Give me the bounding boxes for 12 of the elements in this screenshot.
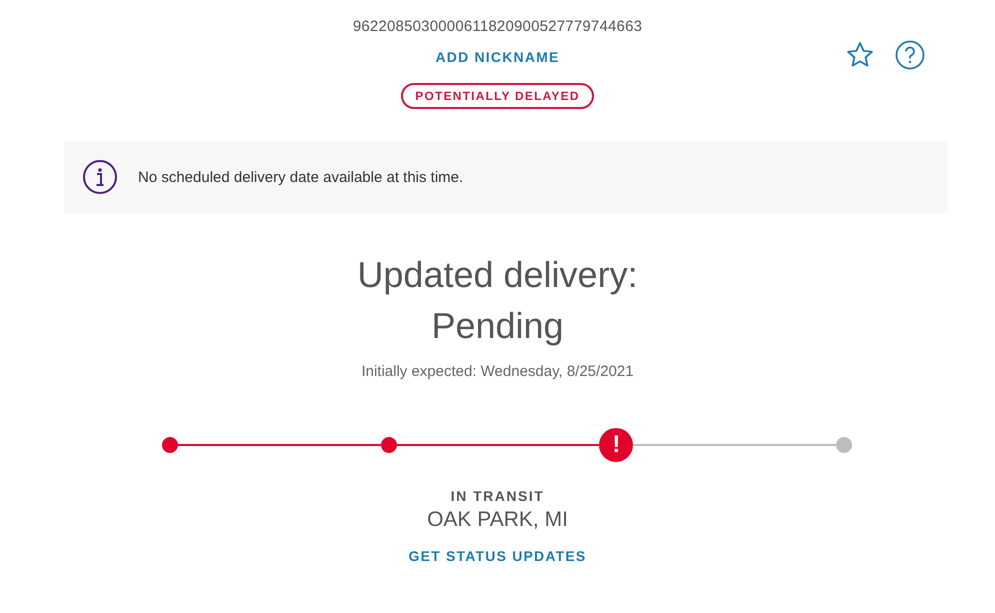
initially-expected-date: Initially expected: Wednesday, 8/25/2021	[361, 363, 634, 380]
status-label: IN TRANSIT	[450, 488, 544, 504]
status-badge: POTENTIALLY DELAYED	[401, 83, 594, 109]
delivery-heading: Updated delivery:	[357, 253, 638, 297]
status-location: OAK PARK, MI	[427, 508, 568, 532]
tracking-number: 9622085030000611820900527779744663	[352, 18, 642, 35]
add-nickname-link[interactable]: ADD NICKNAME	[431, 47, 564, 67]
delivery-status: Pending	[431, 304, 564, 348]
info-icon	[82, 159, 118, 195]
get-status-updates-link[interactable]: GET STATUS UPDATES	[404, 546, 590, 566]
info-message: No scheduled delivery date available at this time.	[138, 168, 464, 186]
alert-step: !	[599, 428, 634, 462]
